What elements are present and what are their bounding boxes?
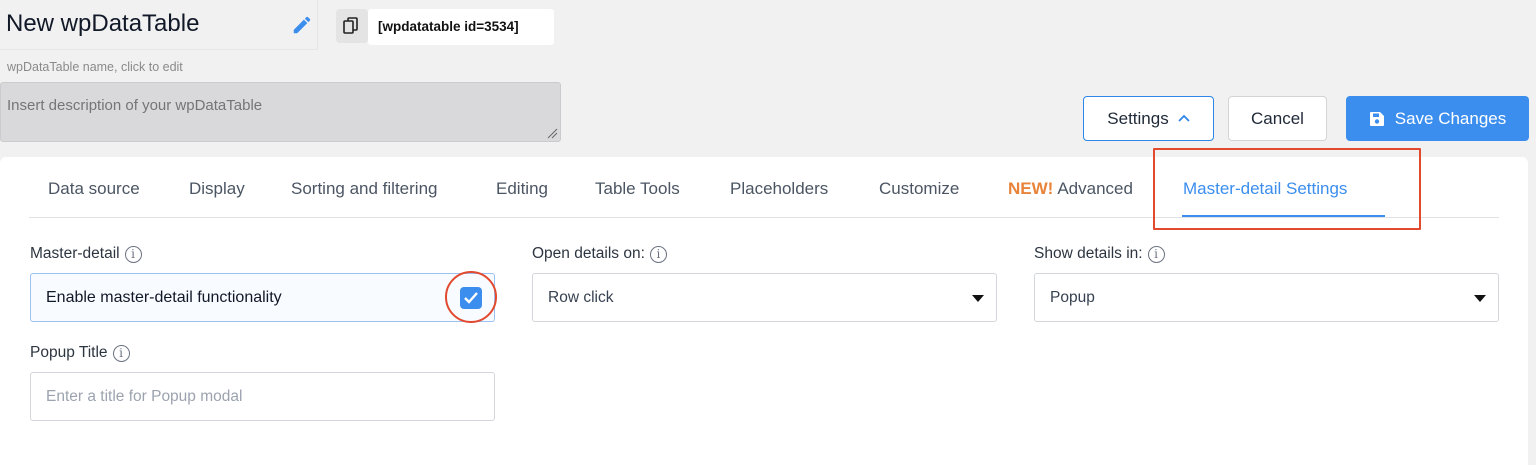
shortcode-text[interactable]: [wpdatatable id=3534] [368, 9, 554, 45]
settings-button[interactable]: Settings [1083, 96, 1214, 141]
show-details-in-select[interactable]: Popup [1034, 273, 1499, 322]
resize-handle-icon[interactable] [547, 128, 558, 139]
info-icon[interactable]: i [649, 245, 667, 263]
annotation-highlight-box [1153, 148, 1421, 230]
show-details-in-label: Show details in: i [1034, 245, 1165, 263]
new-badge: NEW! [1008, 179, 1054, 198]
master-detail-label-text: Master-detail [30, 245, 120, 262]
cancel-button-label: Cancel [1251, 108, 1304, 128]
chevron-up-icon [1178, 114, 1190, 122]
popup-title-input[interactable]: Enter a title for Popup modal [30, 372, 495, 421]
info-icon[interactable]: i [124, 245, 142, 263]
tab-table-tools[interactable]: Table Tools [595, 179, 680, 199]
name-hint: wpDataTable name, click to edit [7, 60, 183, 74]
description-input[interactable] [0, 82, 561, 142]
settings-button-label: Settings [1107, 108, 1169, 128]
caret-down-icon [1474, 295, 1486, 302]
tab-sorting-filtering[interactable]: Sorting and filtering [291, 179, 437, 199]
show-details-in-value: Popup [1050, 289, 1095, 306]
tab-customize[interactable]: Customize [879, 179, 959, 199]
tab-display[interactable]: Display [189, 179, 245, 199]
info-icon[interactable]: i [112, 344, 130, 362]
open-details-on-label-text: Open details on: [532, 245, 645, 262]
save-button[interactable]: Save Changes [1346, 96, 1529, 141]
popup-title-label: Popup Title i [30, 344, 130, 362]
table-name[interactable]: New wpDataTable [6, 10, 199, 38]
popup-title-placeholder: Enter a title for Popup modal [46, 388, 243, 405]
tab-advanced-label: Advanced [1057, 179, 1133, 198]
popup-title-label-text: Popup Title [30, 344, 108, 361]
tab-placeholders[interactable]: Placeholders [730, 179, 828, 199]
table-name-box[interactable]: New wpDataTable [0, 0, 318, 50]
tab-advanced[interactable]: NEW! Advanced [1008, 179, 1133, 199]
open-details-on-value: Row click [548, 289, 614, 306]
annotation-circle [445, 271, 497, 323]
open-details-on-select[interactable]: Row click [532, 273, 997, 322]
tab-data-source[interactable]: Data source [48, 179, 140, 199]
master-detail-option-label: Enable master-detail functionality [46, 289, 282, 306]
save-button-label: Save Changes [1394, 108, 1507, 128]
pencil-icon[interactable] [291, 14, 313, 36]
cancel-button[interactable]: Cancel [1228, 96, 1327, 141]
master-detail-toggle-field[interactable]: Enable master-detail functionality [30, 273, 495, 322]
caret-down-icon [972, 295, 984, 302]
open-details-on-label: Open details on: i [532, 245, 667, 263]
master-detail-label: Master-detail i [30, 245, 142, 263]
copy-shortcode-button[interactable] [336, 9, 368, 43]
save-icon [1369, 111, 1384, 126]
show-details-in-label-text: Show details in: [1034, 245, 1143, 262]
info-icon[interactable]: i [1147, 245, 1165, 263]
tab-editing[interactable]: Editing [496, 179, 548, 199]
copy-icon [343, 17, 358, 34]
